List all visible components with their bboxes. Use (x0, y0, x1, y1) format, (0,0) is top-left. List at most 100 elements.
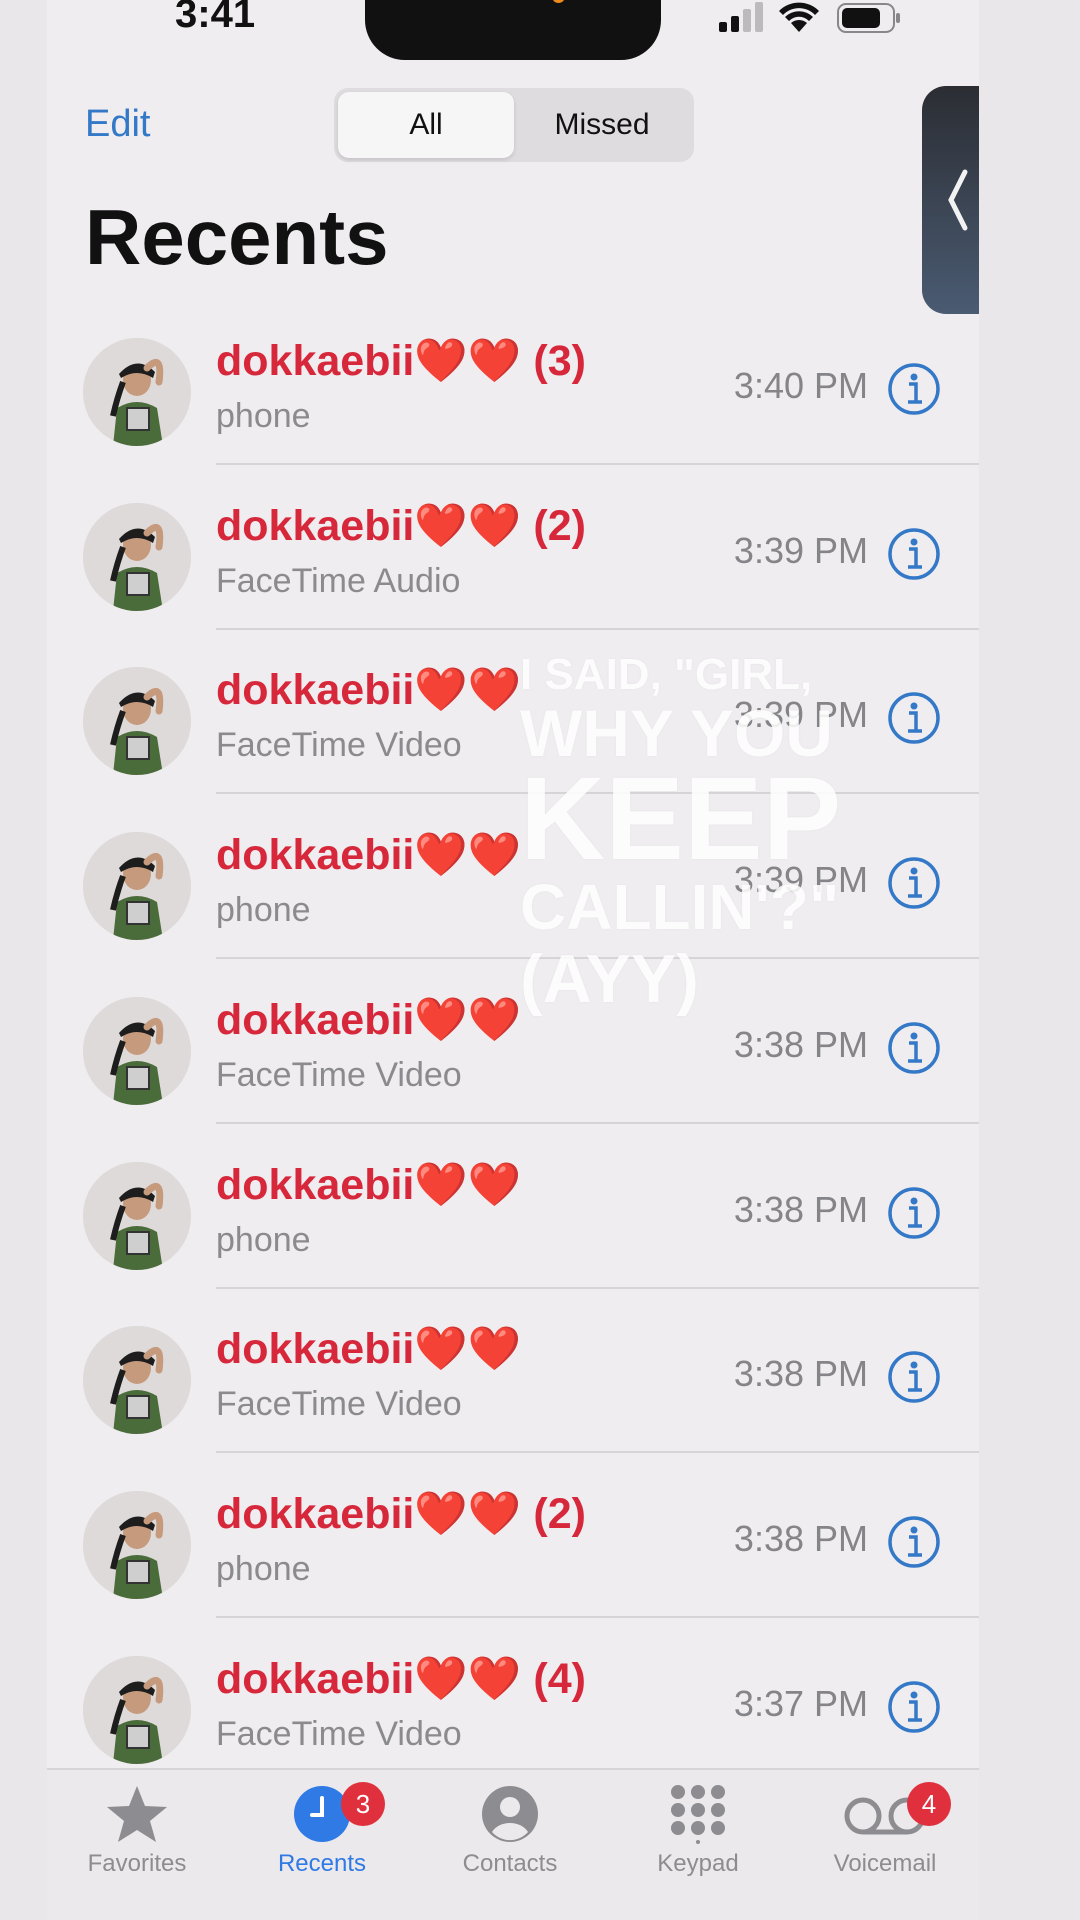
info-button[interactable] (887, 1680, 941, 1734)
call-type: FaceTime Video (216, 1385, 462, 1424)
avatar-image (83, 1326, 191, 1435)
tab-voicemail[interactable]: 4 Voicemail (800, 1770, 970, 1890)
info-button[interactable] (887, 527, 941, 581)
call-row[interactable]: dokkaebii❤️❤️ FaceTime Video 3:38 PM (47, 1288, 979, 1454)
voicemail-badge: 4 (907, 1782, 951, 1826)
chevron-left-icon (948, 169, 968, 231)
call-row[interactable]: dokkaebii❤️❤️ (4) FaceTime Video 3:37 PM (47, 1618, 979, 1783)
privacy-indicator-dot (552, 0, 565, 3)
contact-avatar (83, 667, 191, 776)
info-icon (888, 527, 940, 580)
call-time: 3:38 PM (733, 1188, 868, 1230)
call-row[interactable]: dokkaebii❤️❤️ FaceTime Video 3:39 PM (47, 629, 979, 795)
call-row[interactable]: dokkaebii❤️❤️ (2) phone 3:38 PM (47, 1453, 979, 1618)
call-row[interactable]: dokkaebii❤️❤️ phone 3:39 PM (47, 794, 979, 960)
wifi-icon (779, 2, 819, 32)
call-row[interactable]: dokkaebii❤️❤️ phone 3:38 PM (47, 1124, 979, 1289)
contact-avatar (83, 338, 191, 446)
tab-recents[interactable]: 3 Recents (237, 1770, 407, 1890)
tab-favorites[interactable]: Favorites (52, 1770, 222, 1890)
tab-label: Keypad (657, 1850, 739, 1877)
status-time: 3:41 (175, 0, 256, 36)
contact-name: dokkaebii❤️❤️ (216, 995, 522, 1044)
contact-name: dokkaebii❤️❤️ (216, 1325, 522, 1374)
avatar-image (83, 1161, 191, 1270)
call-time: 3:38 PM (733, 1517, 868, 1559)
contact-name: dokkaebii❤️❤️ (3) (216, 337, 586, 385)
info-icon (888, 1351, 940, 1403)
avatar-image (83, 667, 191, 776)
call-type: FaceTime Audio (216, 561, 461, 600)
dynamic-island (365, 0, 661, 60)
contact-name: dokkaebii❤️❤️ (4) (216, 1654, 586, 1703)
person-circle-icon (482, 1786, 538, 1842)
call-time: 3:39 PM (733, 694, 868, 736)
star-icon (107, 1786, 167, 1842)
contact-name: dokkaebii❤️❤️ (216, 1160, 522, 1209)
call-time: 3:39 PM (733, 859, 868, 901)
call-time: 3:37 PM (733, 1682, 868, 1724)
avatar-image (83, 996, 191, 1105)
contact-name: dokkaebii❤️❤️ (216, 831, 522, 880)
avatar-image (83, 338, 191, 446)
segment-all[interactable]: All (338, 92, 514, 158)
cellular-signal-icon (719, 2, 763, 32)
info-icon (888, 363, 940, 415)
info-icon (888, 692, 940, 745)
call-type: FaceTime Video (216, 1055, 462, 1094)
contact-avatar (83, 832, 191, 941)
call-type: phone (216, 1220, 311, 1259)
info-icon (888, 1186, 940, 1239)
call-row[interactable]: dokkaebii❤️❤️ FaceTime Video 3:38 PM (47, 959, 979, 1124)
info-button[interactable] (887, 362, 941, 416)
tab-label: Contacts (462, 1850, 558, 1877)
call-row[interactable]: dokkaebii❤️❤️ (2) FaceTime Audio 3:39 PM (47, 465, 979, 630)
avatar-image (83, 1490, 191, 1599)
keypad-icon (671, 1785, 725, 1844)
info-button[interactable] (887, 1350, 941, 1404)
call-time: 3:39 PM (733, 529, 868, 571)
tab-label: Voicemail (833, 1850, 937, 1877)
page-title: Recents (85, 193, 389, 281)
tab-keypad[interactable]: Keypad (613, 1770, 783, 1890)
contact-name: dokkaebii❤️❤️ (2) (216, 1489, 586, 1538)
call-type: phone (216, 1549, 311, 1588)
call-type: phone (216, 397, 311, 435)
avatar-image (83, 1655, 191, 1764)
call-time: 3:38 PM (733, 1023, 868, 1065)
contact-name: dokkaebii❤️❤️ (2) (216, 501, 586, 550)
info-button[interactable] (887, 856, 941, 910)
info-icon (888, 857, 940, 909)
call-type: FaceTime Video (216, 726, 462, 765)
phone-screen: 3:41 Edit All Missed Recents dokkaebii❤️… (47, 0, 979, 1920)
info-button[interactable] (887, 1021, 941, 1075)
segment-missed[interactable]: Missed (514, 92, 690, 158)
contact-avatar (83, 1490, 191, 1599)
battery-icon (837, 3, 900, 33)
contact-avatar (83, 996, 191, 1105)
contact-avatar (83, 1655, 191, 1764)
contact-avatar (83, 502, 191, 611)
contact-avatar (83, 1161, 191, 1270)
call-time: 3:40 PM (733, 365, 868, 406)
info-button[interactable] (887, 1186, 941, 1240)
info-button[interactable] (887, 691, 941, 745)
info-icon (888, 1022, 940, 1074)
side-panel-handle[interactable] (922, 86, 979, 314)
contact-name: dokkaebii❤️❤️ (216, 666, 522, 715)
info-button[interactable] (887, 1515, 941, 1569)
call-time: 3:38 PM (733, 1353, 868, 1395)
info-icon (888, 1516, 940, 1568)
call-type: phone (216, 891, 311, 930)
recents-badge: 3 (341, 1782, 385, 1826)
avatar-image (83, 502, 191, 611)
edit-button[interactable]: Edit (85, 103, 150, 146)
info-icon (888, 1680, 940, 1733)
tab-contacts[interactable]: Contacts (425, 1770, 595, 1890)
call-type: FaceTime Video (216, 1714, 462, 1753)
tab-bar: Favorites 3 Recents Contacts Keypad 4 Vo… (47, 1768, 979, 1920)
filter-segmented-control: All Missed (334, 88, 694, 162)
call-row[interactable]: dokkaebii❤️❤️ (3) phone 3:40 PM (47, 300, 979, 465)
contact-avatar (83, 1326, 191, 1435)
avatar-image (83, 832, 191, 941)
